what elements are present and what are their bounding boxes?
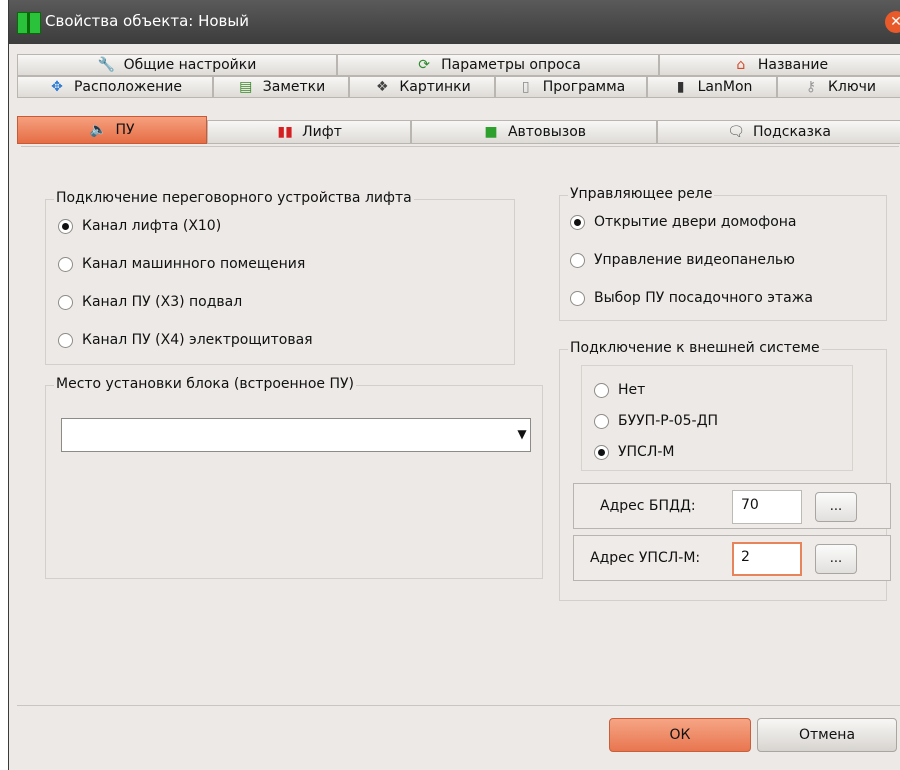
footer-divider bbox=[17, 705, 900, 706]
hint-icon: 🗨 bbox=[727, 124, 745, 140]
radio-label: Канал ПУ (Х4) электрощитовая bbox=[82, 332, 313, 348]
radio-button[interactable] bbox=[594, 382, 609, 398]
radio-label: Управление видеопанелью bbox=[594, 252, 795, 268]
radio-button[interactable] bbox=[594, 444, 609, 460]
tab-elevator[interactable]: ▮▮ Лифт bbox=[207, 120, 411, 144]
document-icon: ▯ bbox=[521, 79, 530, 95]
tab-label: Параметры опроса bbox=[441, 57, 581, 73]
installation-location-group: Место установки блока (встроенное ПУ) bbox=[45, 376, 543, 579]
window-title: Свойства объекта: Новый bbox=[45, 12, 249, 30]
external-system-options: Нет БУУП-Р-05-ДП УПСЛ-М bbox=[581, 365, 853, 471]
radio-button[interactable] bbox=[594, 413, 609, 429]
bpdd-address-input[interactable]: 70 bbox=[732, 490, 802, 524]
autocall-icon: ■ bbox=[484, 124, 498, 140]
radio-button[interactable] bbox=[58, 218, 73, 234]
tab-label: Автовызов bbox=[507, 124, 587, 140]
tab-general-settings[interactable]: 🔧 Общие настройки bbox=[17, 54, 337, 76]
tab-poll-params[interactable]: ⟳ Параметры опроса bbox=[337, 54, 659, 76]
dropdown-arrow-icon[interactable]: ▼ bbox=[516, 428, 528, 440]
radio-label: Канал лифта (Х10) bbox=[82, 218, 222, 234]
external-system-legend: Подключение к внешней системе bbox=[568, 340, 822, 356]
tab-label: Заметки bbox=[262, 79, 326, 95]
radio-upsl[interactable]: УПСЛ-М bbox=[594, 444, 675, 460]
tab-notes[interactable]: ▤ Заметки bbox=[213, 76, 349, 98]
intercom-connection-group: Подключение переговорного устройства лиф… bbox=[45, 190, 515, 365]
radio-basement-channel[interactable]: Канал ПУ (Х3) подвал bbox=[58, 294, 242, 310]
radio-button[interactable] bbox=[570, 290, 585, 306]
radio-button[interactable] bbox=[570, 252, 585, 268]
radio-label: Открытие двери домофона bbox=[594, 214, 797, 230]
bpdd-address-label: Адрес БПДД: bbox=[600, 498, 696, 514]
upsl-address-label: Адрес УПСЛ-М: bbox=[590, 550, 701, 566]
pictures-icon: ❖ bbox=[376, 79, 389, 95]
radio-label: Канал ПУ (Х3) подвал bbox=[82, 294, 243, 310]
notes-icon: ▤ bbox=[239, 79, 253, 95]
tab-label: LanMon bbox=[697, 79, 753, 95]
tab-label: Ключи bbox=[827, 79, 877, 95]
tab-label: Общие настройки bbox=[123, 57, 257, 73]
tab-label: ПУ bbox=[115, 122, 135, 138]
upsl-address-input[interactable]: 2 bbox=[732, 542, 802, 576]
tab-autocall[interactable]: ■ Автовызов bbox=[411, 120, 657, 144]
elevator-icon: ▮▮ bbox=[277, 124, 293, 140]
tab-bar: 🔧 Общие настройки ⟳ Параметры опроса ⌂ Н… bbox=[17, 52, 900, 148]
tab-keys[interactable]: ⚷ Ключи bbox=[777, 76, 900, 98]
installation-location-legend: Место установки блока (встроенное ПУ) bbox=[54, 376, 356, 392]
tab-program[interactable]: ▯ Программа bbox=[495, 76, 647, 98]
radio-lift-channel[interactable]: Канал лифта (Х10) bbox=[58, 218, 221, 234]
radio-landing-floor[interactable]: Выбор ПУ посадочного этажа bbox=[570, 290, 813, 306]
tab-hint[interactable]: 🗨 Подсказка bbox=[657, 120, 900, 144]
radio-label: БУУП-Р-05-ДП bbox=[618, 413, 719, 429]
app-icon bbox=[17, 12, 41, 34]
radio-label: Канал машинного помещения bbox=[82, 256, 306, 272]
radio-button[interactable] bbox=[58, 256, 73, 272]
tab-label: Картинки bbox=[399, 79, 471, 95]
home-icon: ⌂ bbox=[736, 57, 746, 73]
tab-content-pu: Подключение переговорного устройства лиф… bbox=[21, 146, 899, 687]
title-bar[interactable]: Свойства объекта: Новый ✕ bbox=[9, 0, 900, 44]
refresh-icon: ⟳ bbox=[418, 57, 430, 73]
bpdd-address-row: Адрес БПДД: 70 ... bbox=[573, 483, 891, 529]
tab-pictures[interactable]: ❖ Картинки bbox=[349, 76, 495, 98]
bpdd-browse-button[interactable]: ... bbox=[815, 492, 857, 522]
radio-label: УПСЛ-М bbox=[618, 444, 675, 460]
radio-none[interactable]: Нет bbox=[594, 382, 645, 398]
tab-label: Расположение bbox=[73, 79, 183, 95]
upsl-address-row: Адрес УПСЛ-М: 2 ... bbox=[573, 535, 891, 581]
control-relay-legend: Управляющее реле bbox=[568, 186, 715, 202]
tab-pu[interactable]: 🔈 ПУ bbox=[17, 116, 207, 144]
radio-machine-room-channel[interactable]: Канал машинного помещения bbox=[58, 256, 305, 272]
key-icon: ⚷ bbox=[805, 79, 817, 95]
tab-name[interactable]: ⌂ Название bbox=[659, 54, 900, 76]
control-relay-group: Управляющее реле Открытие двери домофона… bbox=[559, 186, 887, 321]
radio-button[interactable] bbox=[58, 332, 73, 348]
speaker-icon: 🔈 bbox=[89, 122, 108, 138]
close-icon[interactable]: ✕ bbox=[885, 11, 900, 33]
upsl-browse-button[interactable]: ... bbox=[815, 544, 857, 574]
move-icon: ✥ bbox=[51, 79, 63, 95]
dialog-window: Свойства объекта: Новый ✕ 🔧 Общие настро… bbox=[8, 0, 900, 770]
intercom-connection-legend: Подключение переговорного устройства лиф… bbox=[54, 190, 414, 206]
ok-button[interactable]: ОК bbox=[609, 718, 751, 752]
cancel-button[interactable]: Отмена bbox=[757, 718, 897, 752]
radio-button[interactable] bbox=[58, 294, 73, 310]
radio-video-panel[interactable]: Управление видеопанелью bbox=[570, 252, 795, 268]
tab-label: Программа bbox=[542, 79, 626, 95]
radio-electrical-room-channel[interactable]: Канал ПУ (Х4) электрощитовая bbox=[58, 332, 313, 348]
radio-door-opening[interactable]: Открытие двери домофона bbox=[570, 214, 797, 230]
tab-label: Лифт bbox=[302, 124, 342, 140]
radio-button[interactable] bbox=[570, 214, 585, 230]
tab-label: Подсказка bbox=[753, 124, 831, 140]
radio-label: Нет bbox=[618, 382, 646, 398]
wrench-icon: 🔧 bbox=[97, 57, 116, 73]
tab-location[interactable]: ✥ Расположение bbox=[17, 76, 213, 98]
tab-lanmon[interactable]: ▮ LanMon bbox=[647, 76, 777, 98]
tab-label: Название bbox=[757, 57, 829, 73]
device-icon: ▮ bbox=[676, 79, 685, 95]
installation-location-combobox[interactable]: ▼ bbox=[61, 418, 531, 452]
radio-buup[interactable]: БУУП-Р-05-ДП bbox=[594, 413, 718, 429]
radio-label: Выбор ПУ посадочного этажа bbox=[594, 290, 813, 306]
